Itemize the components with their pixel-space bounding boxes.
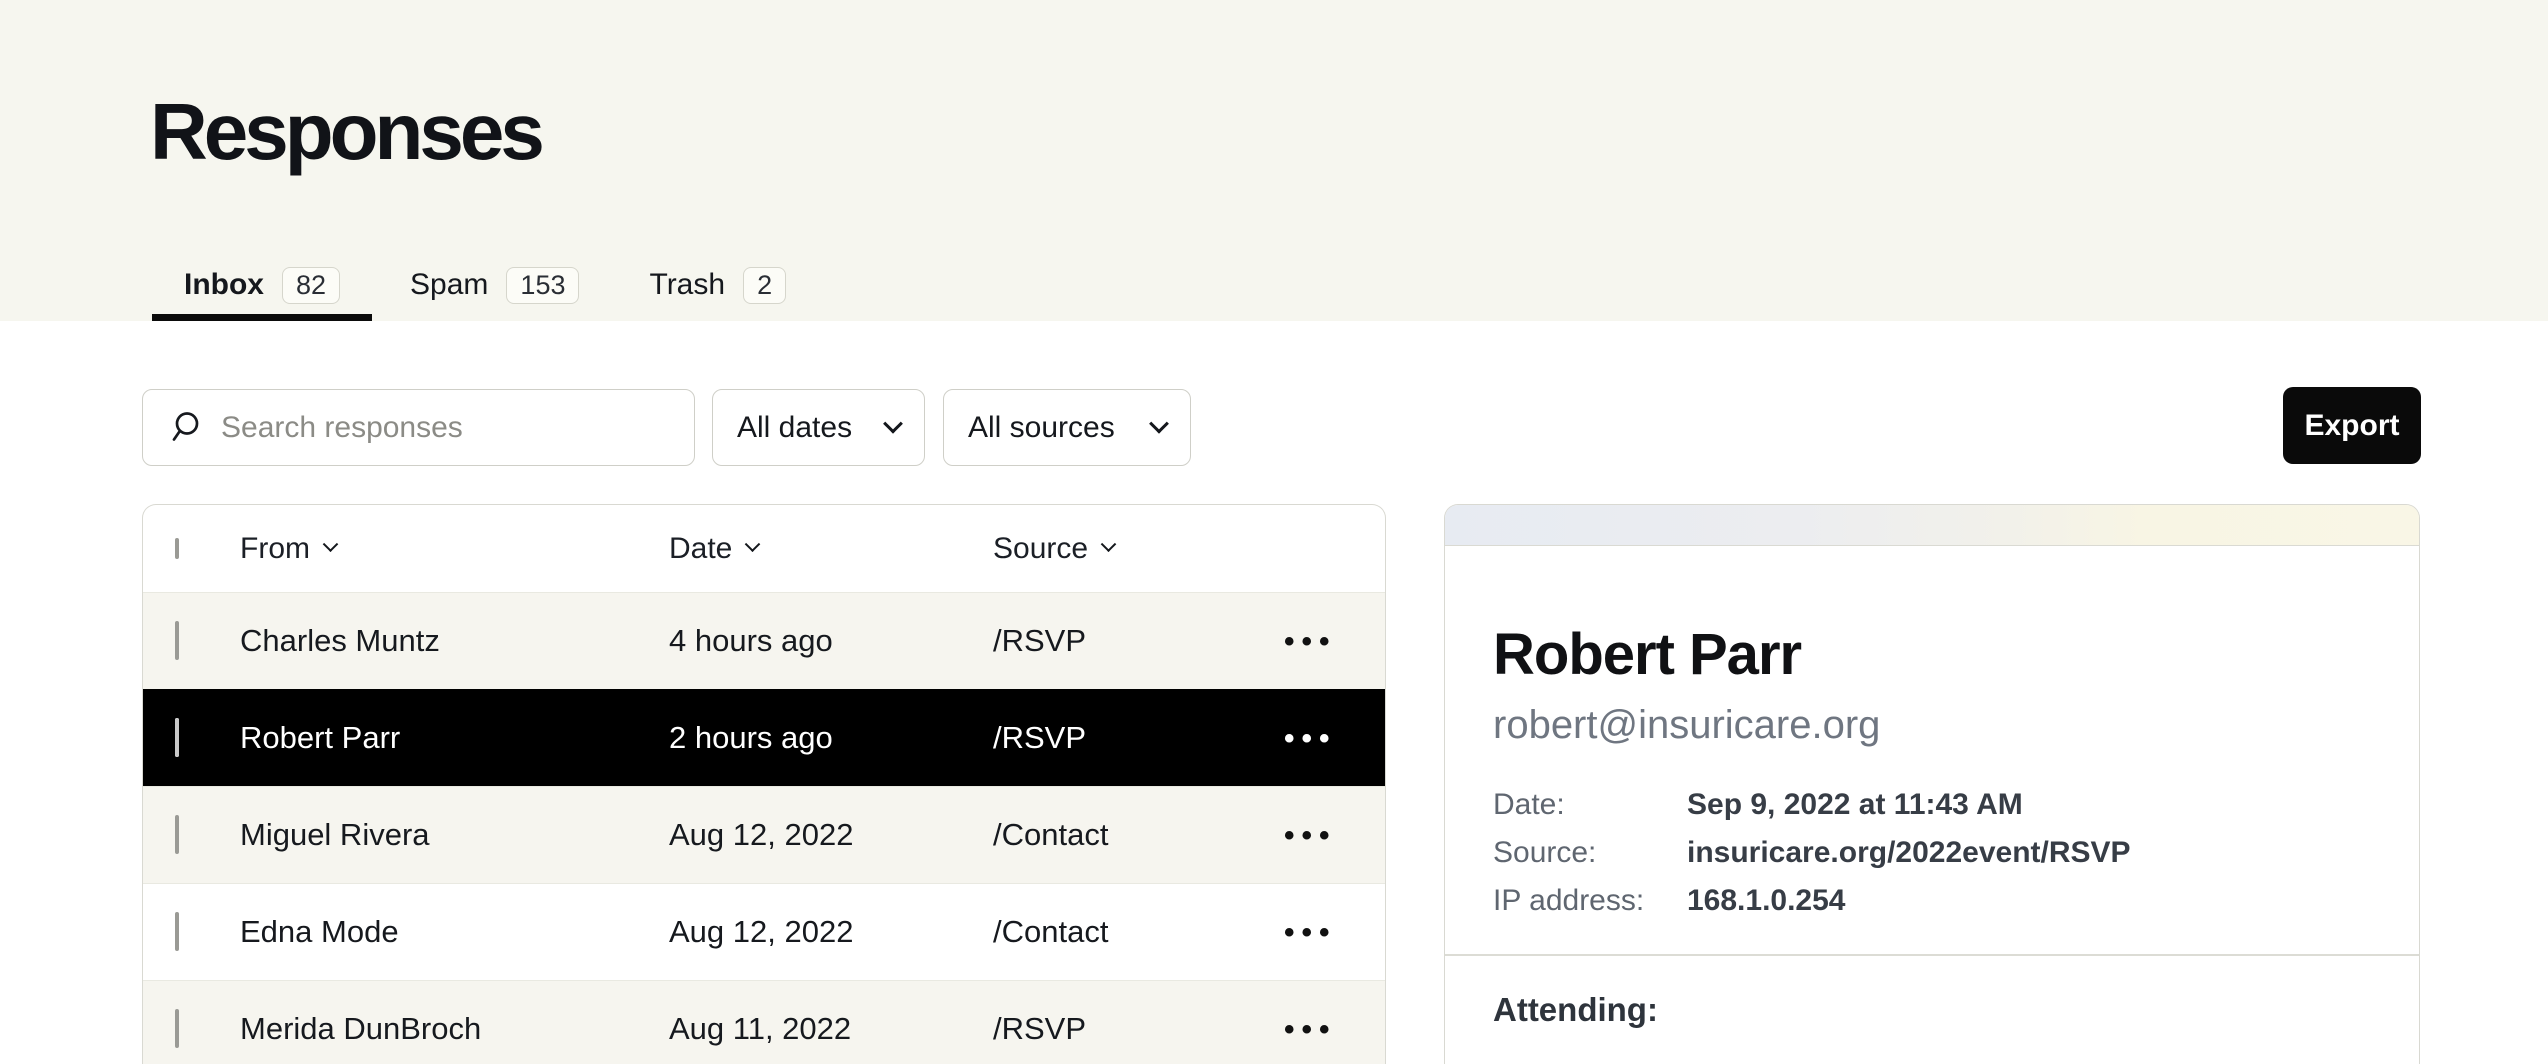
meta-label-date: Date: [1493,789,1687,820]
date-filter-dropdown[interactable]: All dates [712,389,925,466]
tab-inbox[interactable]: Inbox 82 [152,249,372,321]
tab-trash[interactable]: Trash 2 [617,249,818,321]
table-row-selected[interactable]: Robert Parr 2 hours ago /RSVP ••• [143,689,1385,786]
page-header: Responses Inbox 82 Spam 153 Trash 2 [0,0,2548,321]
chevron-down-icon [323,536,339,552]
row-date: Aug 12, 2022 [669,914,993,950]
detail-name: Robert Parr [1493,621,1801,688]
detail-meta: Date: Sep 9, 2022 at 11:43 AM Source: in… [1493,789,2131,916]
export-button[interactable]: Export [2283,387,2421,464]
column-header-date[interactable]: Date [669,532,993,566]
meta-value-source: insuricare.org/2022event/RSVP [1687,837,2131,868]
row-checkbox[interactable] [175,815,179,854]
chevron-down-icon [1149,413,1169,433]
date-filter-value: All dates [737,411,852,445]
meta-label-source: Source: [1493,837,1687,868]
row-from: Robert Parr [240,720,669,756]
detail-email: robert@insuricare.org [1493,703,1880,748]
row-source: /Contact [993,817,1284,853]
search-input[interactable] [219,410,659,446]
chevron-down-icon [883,413,903,433]
row-actions-ellipsis-icon[interactable]: ••• [1284,625,1337,658]
tab-trash-count-badge: 2 [743,267,786,304]
column-header-from[interactable]: From [240,532,669,566]
responses-table: From Date Source Charles Muntz 4 hours a… [142,504,1386,1064]
chevron-down-icon [745,536,761,552]
responses-page: Responses Inbox 82 Spam 153 Trash 2 All … [0,0,2548,1030]
row-from: Edna Mode [240,914,669,950]
row-date: Aug 12, 2022 [669,817,993,853]
row-date: 2 hours ago [669,720,993,756]
source-filter-dropdown[interactable]: All sources [943,389,1191,466]
row-checkbox[interactable] [175,912,179,951]
tab-bar: Inbox 82 Spam 153 Trash 2 [152,249,818,321]
table-row[interactable]: Edna Mode Aug 12, 2022 /Contact ••• [143,883,1385,980]
table-row[interactable]: Merida DunBroch Aug 11, 2022 /RSVP ••• [143,980,1385,1064]
row-date: 4 hours ago [669,623,993,659]
tab-trash-label: Trash [649,268,725,302]
row-actions-ellipsis-icon[interactable]: ••• [1284,819,1337,852]
meta-label-ip-address: IP address: [1493,885,1687,916]
row-date: Aug 11, 2022 [669,1011,993,1047]
tab-spam[interactable]: Spam 153 [378,249,611,321]
search-box[interactable] [142,389,695,466]
column-header-source[interactable]: Source [993,532,1284,566]
detail-banner [1445,505,2419,546]
table-row[interactable]: Miguel Rivera Aug 12, 2022 /Contact ••• [143,786,1385,883]
response-detail-panel: Robert Parr robert@insuricare.org Date: … [1444,504,2420,1064]
tab-inbox-label: Inbox [184,268,264,302]
panel-divider [1445,954,2419,956]
search-icon [167,410,203,446]
row-source: /RSVP [993,720,1284,756]
source-filter-value: All sources [968,411,1115,445]
row-checkbox[interactable] [175,621,179,660]
row-actions-ellipsis-icon[interactable]: ••• [1284,916,1337,949]
row-checkbox[interactable] [175,1009,179,1048]
select-all-checkbox[interactable] [175,538,179,559]
page-title: Responses [150,86,541,178]
table-row[interactable]: Charles Muntz 4 hours ago /RSVP ••• [143,592,1385,689]
tab-inbox-count-badge: 82 [282,267,340,304]
row-actions-ellipsis-icon[interactable]: ••• [1284,722,1337,755]
meta-value-ip-address: 168.1.0.254 [1687,885,2131,916]
chevron-down-icon [1101,536,1117,552]
attending-section-heading: Attending: [1493,991,1658,1029]
row-from: Charles Muntz [240,623,669,659]
row-from: Merida DunBroch [240,1011,669,1047]
tab-spam-label: Spam [410,268,488,302]
row-source: /RSVP [993,1011,1284,1047]
meta-value-date: Sep 9, 2022 at 11:43 AM [1687,789,2131,820]
row-checkbox[interactable] [175,718,179,757]
row-from: Miguel Rivera [240,817,669,853]
tab-spam-count-badge: 153 [506,267,579,304]
table-header-row: From Date Source [143,505,1385,592]
row-source: /Contact [993,914,1284,950]
row-source: /RSVP [993,623,1284,659]
